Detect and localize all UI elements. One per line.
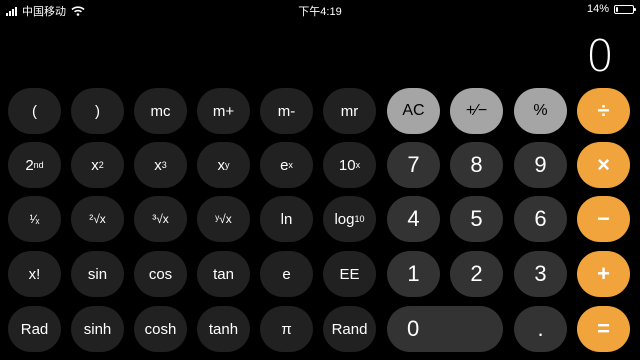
x-power-y-base: x	[217, 156, 226, 174]
tanh-key[interactable]: tanh	[197, 306, 250, 352]
memory-recall-key[interactable]: mr	[323, 88, 376, 134]
e-power-x-key[interactable]: ex	[260, 142, 313, 188]
digit-0-key[interactable]: 0	[387, 306, 503, 352]
random-key[interactable]: Rand	[323, 306, 376, 352]
cosh-key[interactable]: cosh	[134, 306, 187, 352]
plus-minus-key[interactable]: +∕−	[450, 88, 503, 134]
digit-5-key[interactable]: 5	[450, 196, 503, 242]
digit-2-key[interactable]: 2	[450, 251, 503, 297]
e-power-x-base: e	[280, 156, 289, 174]
log10-base: log	[334, 210, 355, 228]
open-paren-key[interactable]: (	[8, 88, 61, 134]
exponent-ee-key[interactable]: EE	[323, 251, 376, 297]
ten-power-x-key[interactable]: 10 x	[323, 142, 376, 188]
digit-3-key[interactable]: 3	[514, 251, 567, 297]
log10-key[interactable]: log 10	[323, 196, 376, 242]
digit-9-key[interactable]: 9	[514, 142, 567, 188]
digit-7-key[interactable]: 7	[387, 142, 440, 188]
cos-key[interactable]: cos	[134, 251, 187, 297]
all-clear-key[interactable]: AC	[387, 88, 440, 134]
multiply-key[interactable]: ×	[577, 142, 630, 188]
euler-e-key[interactable]: e	[260, 251, 313, 297]
digit-1-key[interactable]: 1	[387, 251, 440, 297]
divide-key[interactable]: ÷	[577, 88, 630, 134]
keypad: ( ) mc m+ m- mr AC +∕− % ÷ 2nd x2 x3 xy …	[0, 0, 640, 360]
memory-add-key[interactable]: m+	[197, 88, 250, 134]
square-root-key[interactable]: ²√x	[71, 196, 124, 242]
second-base: 2	[25, 156, 34, 174]
rad-mode-key[interactable]: Rad	[8, 306, 61, 352]
close-paren-key[interactable]: )	[71, 88, 124, 134]
x-squared-base: x	[91, 156, 99, 174]
y-root-key[interactable]: ʸ√x	[197, 196, 250, 242]
digit-4-key[interactable]: 4	[387, 196, 440, 242]
second-function-key[interactable]: 2nd	[8, 142, 61, 188]
factorial-key[interactable]: x!	[8, 251, 61, 297]
decimal-point-key[interactable]: .	[514, 306, 567, 352]
add-key[interactable]: +	[577, 251, 630, 297]
natural-log-key[interactable]: ln	[260, 196, 313, 242]
percent-key[interactable]: %	[514, 88, 567, 134]
subtract-key[interactable]: −	[577, 196, 630, 242]
x-cubed-key[interactable]: x3	[134, 142, 187, 188]
x-power-y-key[interactable]: xy	[197, 142, 250, 188]
sinh-key[interactable]: sinh	[71, 306, 124, 352]
memory-clear-key[interactable]: mc	[134, 88, 187, 134]
x-cubed-base: x	[154, 156, 162, 174]
x-squared-key[interactable]: x2	[71, 142, 124, 188]
sin-key[interactable]: sin	[71, 251, 124, 297]
cube-root-key[interactable]: ³√x	[134, 196, 187, 242]
digit-8-key[interactable]: 8	[450, 142, 503, 188]
digit-6-key[interactable]: 6	[514, 196, 567, 242]
tan-key[interactable]: tan	[197, 251, 250, 297]
reciprocal-key[interactable]: ¹∕ₓ	[8, 196, 61, 242]
memory-subtract-key[interactable]: m-	[260, 88, 313, 134]
ten-power-x-base: 10	[338, 156, 356, 174]
equals-key[interactable]: =	[577, 306, 630, 352]
pi-key[interactable]: π	[260, 306, 313, 352]
